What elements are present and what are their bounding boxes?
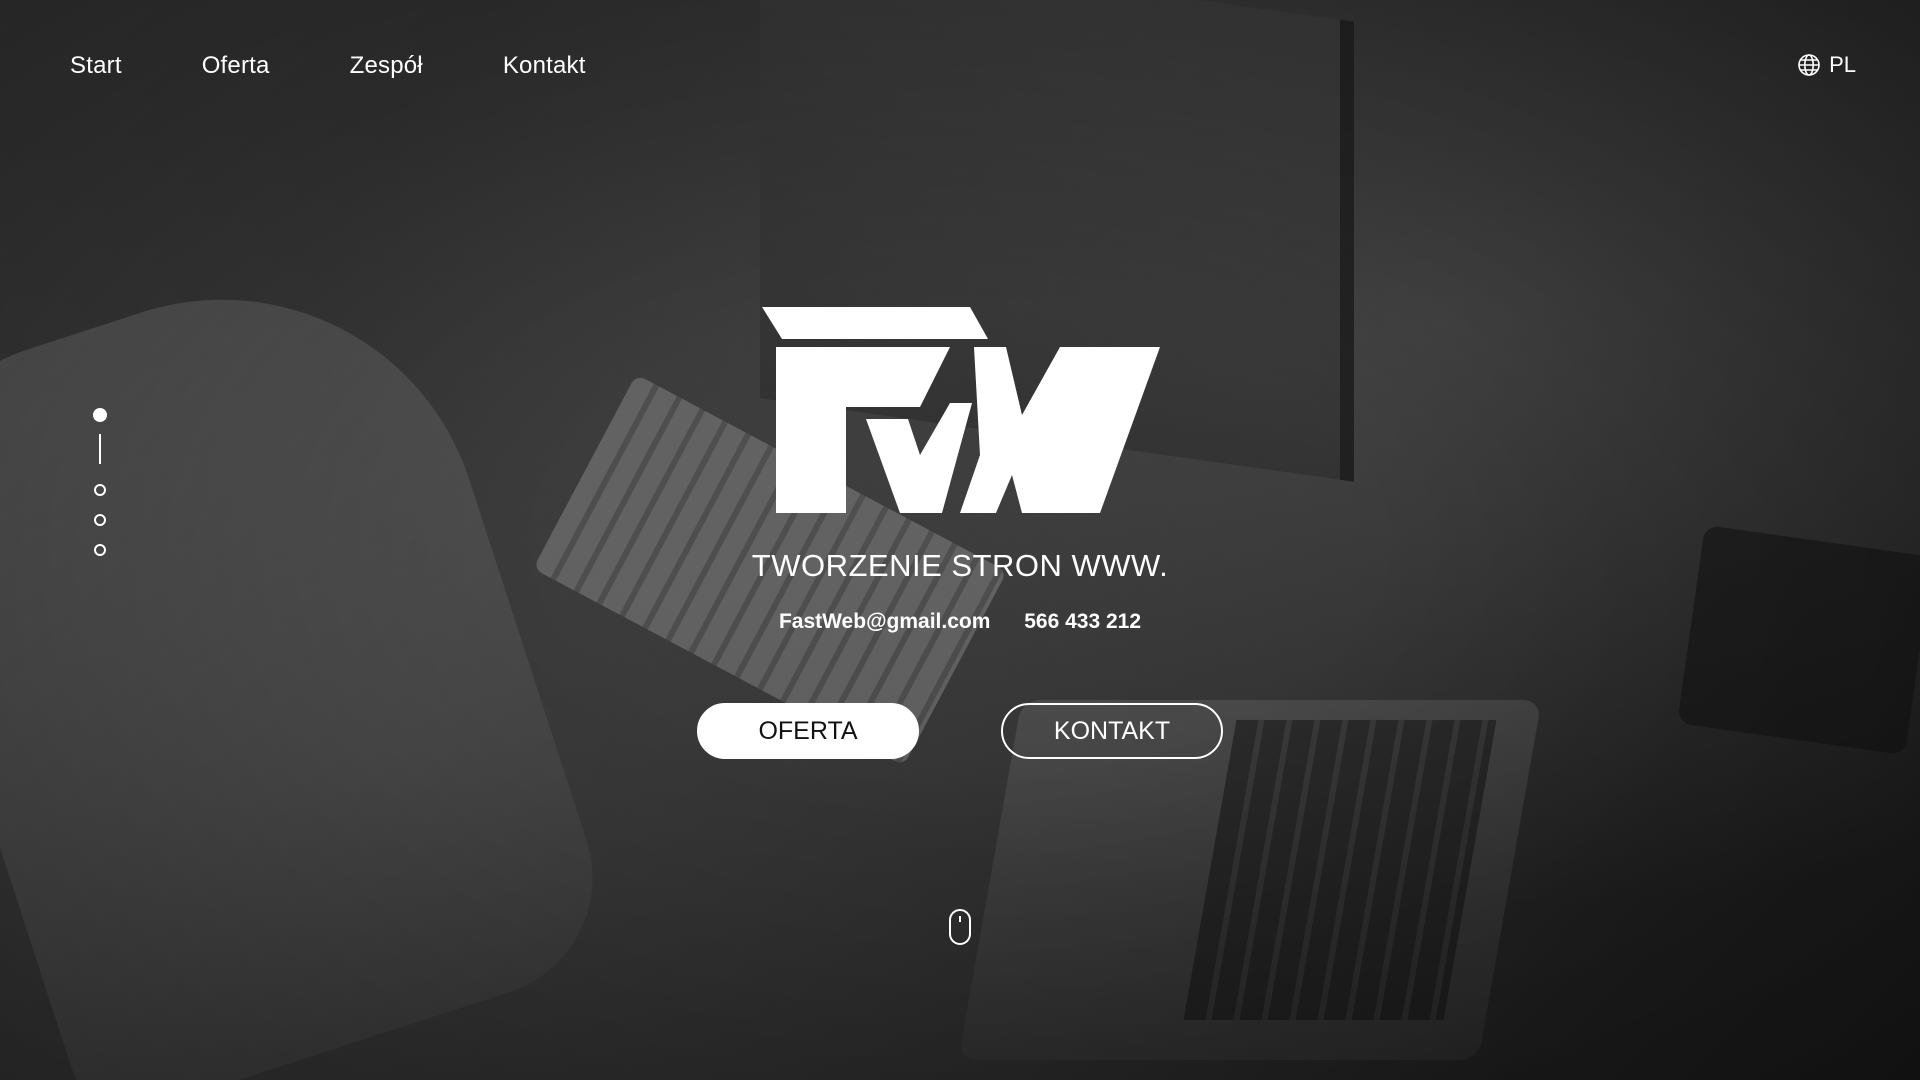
- language-label: PL: [1829, 52, 1856, 77]
- nav-item-kontakt[interactable]: Kontakt: [503, 52, 586, 80]
- globe-icon: [1798, 54, 1820, 76]
- main-nav: Start Oferta Zespół Kontakt: [70, 52, 586, 80]
- slide-indicator: [92, 408, 108, 556]
- hero-tagline: TWORZENIE STRON WWW.: [751, 548, 1169, 583]
- contact-info: FastWeb@gmail.com 566 433 212: [0, 610, 1920, 634]
- slide-dot-2[interactable]: [94, 484, 106, 496]
- nav-item-zespol[interactable]: Zespół: [350, 52, 423, 80]
- kontakt-button[interactable]: KONTAKT: [1001, 703, 1223, 759]
- hero-section: Start Oferta Zespół Kontakt PL TWORZENIE…: [0, 0, 1920, 1080]
- contact-email[interactable]: FastWeb@gmail.com: [779, 610, 990, 633]
- slide-dot-1[interactable]: [93, 408, 107, 422]
- fw-logo: [762, 307, 1160, 513]
- oferta-button[interactable]: OFERTA: [697, 703, 919, 759]
- background-arm: [0, 232, 624, 1080]
- nav-item-oferta[interactable]: Oferta: [202, 52, 270, 80]
- nav-item-start[interactable]: Start: [70, 52, 122, 80]
- language-switcher[interactable]: PL: [1797, 52, 1856, 78]
- mouse-scroll-icon[interactable]: [948, 908, 972, 946]
- slide-dot-3[interactable]: [94, 514, 106, 526]
- background-laptop-keys: [1183, 720, 1497, 1020]
- contact-phone[interactable]: 566 433 212: [1024, 610, 1141, 633]
- slide-indicator-line: [99, 434, 101, 464]
